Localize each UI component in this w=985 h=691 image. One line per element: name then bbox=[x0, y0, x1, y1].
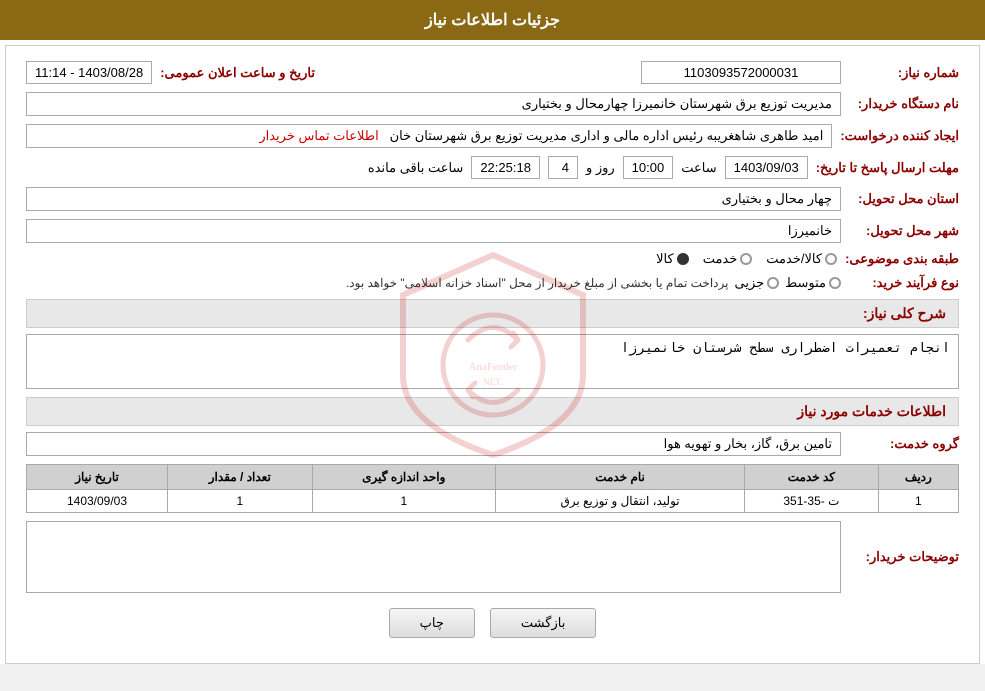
buyer-org-value: مدیریت توزیع برق شهرستان خانمیرزا چهارمح… bbox=[26, 92, 841, 116]
buyer-comments-textarea[interactable] bbox=[26, 521, 841, 593]
city-row: شهر محل تحویل: خانمیرزا bbox=[26, 219, 959, 243]
col-unit: واحد اندازه گیری bbox=[312, 465, 495, 490]
services-section-label: اطلاعات خدمات مورد نیاز bbox=[26, 397, 959, 426]
deadline-remaining-label: ساعت باقی مانده bbox=[368, 160, 463, 176]
purchase-label-motavasset: متوسط bbox=[785, 275, 826, 291]
table-header-row: ردیف کد خدمت نام خدمت واحد اندازه گیری ت… bbox=[27, 465, 959, 490]
category-label-khedmat: خدمت bbox=[703, 251, 738, 267]
public-announce-value: 1403/08/28 - 11:14 bbox=[26, 61, 152, 84]
cell-name: تولید، انتقال و توزیع برق bbox=[495, 490, 744, 513]
print-button[interactable]: چاپ bbox=[389, 608, 475, 638]
buyer-comments-label: توضیحات خریدار: bbox=[849, 549, 959, 565]
col-date: تاریخ نیاز bbox=[27, 465, 168, 490]
cell-date: 1403/09/03 bbox=[27, 490, 168, 513]
deadline-label: مهلت ارسال پاسخ تا تاریخ: bbox=[816, 160, 959, 176]
page-title: جزئیات اطلاعات نیاز bbox=[425, 12, 560, 29]
page-container: جزئیات اطلاعات نیاز AnaFender .NET شماره… bbox=[0, 0, 985, 664]
service-group-label: گروه خدمت: bbox=[849, 436, 959, 452]
deadline-row: مهلت ارسال پاسخ تا تاریخ: 1403/09/03 ساع… bbox=[26, 156, 959, 179]
main-content: AnaFender .NET شماره نیاز: 1103093572000… bbox=[5, 45, 980, 664]
province-row: استان محل تحویل: چهار محال و بختیاری bbox=[26, 187, 959, 211]
buyer-org-label: نام دستگاه خریدار: bbox=[849, 96, 959, 112]
category-row: طبقه بندی موضوعی: کالا/خدمت خدمت کالا bbox=[26, 251, 959, 267]
requester-row: ایجاد کننده درخواست: امید طاهری شاهغریبه… bbox=[26, 124, 959, 148]
city-label: شهر محل تحویل: bbox=[849, 223, 959, 239]
cell-row: 1 bbox=[878, 490, 958, 513]
col-name: نام خدمت bbox=[495, 465, 744, 490]
province-value: چهار محال و بختیاری bbox=[26, 187, 841, 211]
cell-quantity: 1 bbox=[168, 490, 313, 513]
purchase-inline-group: متوسط جزیی پرداخت تمام یا بخشی از مبلغ خ… bbox=[26, 275, 841, 291]
need-number-label: شماره نیاز: bbox=[849, 65, 959, 81]
category-label-kala: کالا bbox=[656, 251, 674, 267]
need-desc-textarea[interactable] bbox=[26, 334, 959, 389]
category-option-kala-khedmat[interactable]: کالا/خدمت bbox=[766, 251, 837, 267]
category-option-khedmat[interactable]: خدمت bbox=[703, 251, 753, 267]
purchase-option-jozii[interactable]: جزیی bbox=[734, 275, 779, 291]
purchase-option-motavasset[interactable]: متوسط bbox=[785, 275, 841, 291]
need-desc-section-label: شرح کلی نیاز: bbox=[26, 299, 959, 328]
category-label-kala-khedmat: کالا/خدمت bbox=[766, 251, 822, 267]
buyer-org-row: نام دستگاه خریدار: مدیریت توزیع برق شهرس… bbox=[26, 92, 959, 116]
need-desc-row bbox=[26, 334, 959, 389]
deadline-time: 10:00 bbox=[623, 156, 674, 179]
purchase-type-label: نوع فرآیند خرید: bbox=[849, 275, 959, 291]
cell-code: ت -35-351 bbox=[745, 490, 879, 513]
service-group-value: تامین برق، گاز، بخار و تهویه هوا bbox=[26, 432, 841, 456]
category-label: طبقه بندی موضوعی: bbox=[845, 251, 959, 267]
page-header: جزئیات اطلاعات نیاز bbox=[0, 0, 985, 40]
radio-kala-khedmat bbox=[825, 253, 837, 265]
purchase-label-jozii: جزیی bbox=[734, 275, 764, 291]
col-row: ردیف bbox=[878, 465, 958, 490]
deadline-days-label: روز و bbox=[586, 160, 615, 176]
back-button[interactable]: بازگشت bbox=[490, 608, 596, 638]
category-radio-group: کالا/خدمت خدمت کالا bbox=[26, 251, 837, 267]
radio-khedmat bbox=[740, 253, 752, 265]
city-value: خانمیرزا bbox=[26, 219, 841, 243]
deadline-time-label: ساعت bbox=[681, 160, 716, 176]
services-table: ردیف کد خدمت نام خدمت واحد اندازه گیری ت… bbox=[26, 464, 959, 513]
radio-jozii bbox=[767, 277, 779, 289]
deadline-remaining: 22:25:18 bbox=[471, 156, 540, 179]
requester-label: ایجاد کننده درخواست: bbox=[840, 128, 959, 144]
province-label: استان محل تحویل: bbox=[849, 191, 959, 207]
need-number-row: شماره نیاز: 1103093572000031 تاریخ و ساع… bbox=[26, 61, 959, 84]
contact-info-link[interactable]: اطلاعات تماس خریدار bbox=[259, 128, 378, 143]
purchase-type-row: نوع فرآیند خرید: متوسط جزیی پرداخت تمام … bbox=[26, 275, 959, 291]
service-group-row: گروه خدمت: تامین برق، گاز، بخار و تهویه … bbox=[26, 432, 959, 456]
requester-value: امید طاهری شاهغریبه رئیس اداره مالی و اد… bbox=[26, 124, 832, 148]
radio-kala bbox=[677, 253, 689, 265]
category-option-kala[interactable]: کالا bbox=[656, 251, 689, 267]
need-number-value: 1103093572000031 bbox=[641, 61, 841, 84]
buyer-comments-row: توضیحات خریدار: bbox=[26, 521, 959, 593]
button-row: بازگشت چاپ bbox=[26, 608, 959, 638]
col-code: کد خدمت bbox=[745, 465, 879, 490]
purchase-note: پرداخت تمام یا بخشی از مبلغ خریدار از مح… bbox=[346, 276, 729, 290]
public-announce-label: تاریخ و ساعت اعلان عمومی: bbox=[160, 65, 315, 81]
table-row: 1ت -35-351تولید، انتقال و توزیع برق11140… bbox=[27, 490, 959, 513]
radio-motavasset bbox=[829, 277, 841, 289]
col-quantity: تعداد / مقدار bbox=[168, 465, 313, 490]
cell-unit: 1 bbox=[312, 490, 495, 513]
deadline-date: 1403/09/03 bbox=[725, 156, 808, 179]
deadline-days: 4 bbox=[548, 156, 578, 179]
